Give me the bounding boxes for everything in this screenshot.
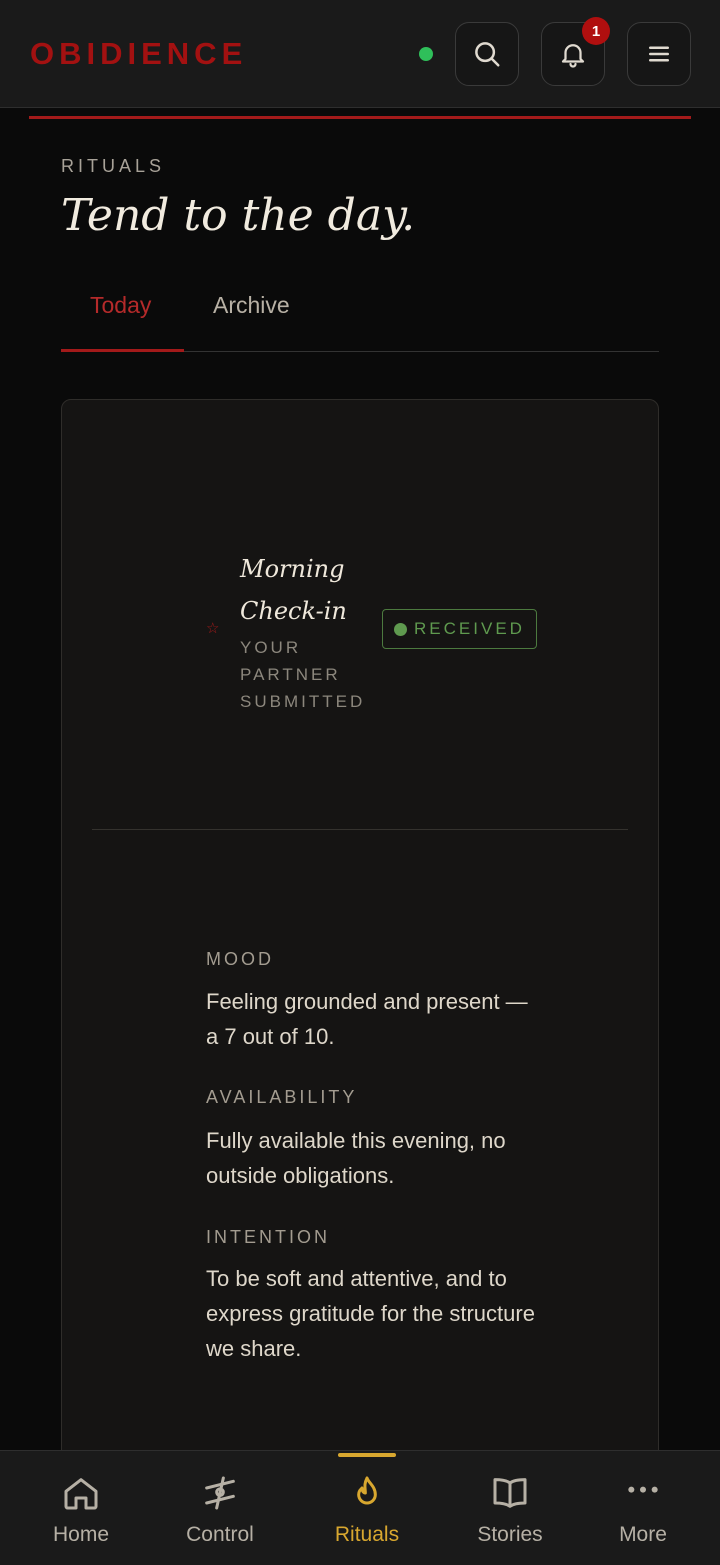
checkin-subtitle: YOUR PARTNER SUBMITTED xyxy=(240,638,366,711)
nav-rituals[interactable]: Rituals xyxy=(302,1451,432,1565)
app-header: OBIDIENCE 1 xyxy=(0,0,720,108)
availability-value: Fully available this evening, no outside… xyxy=(206,1128,506,1188)
card-divider xyxy=(92,829,628,830)
header-accent-line xyxy=(29,116,691,119)
active-tab-indicator xyxy=(61,349,184,352)
menu-button[interactable] xyxy=(627,22,691,86)
notification-badge: 1 xyxy=(582,17,610,45)
page-title: Tend to the day. xyxy=(61,190,416,241)
availability-label: AVAILABILITY xyxy=(206,1087,358,1107)
book-icon xyxy=(493,1478,527,1508)
search-icon xyxy=(475,42,500,67)
nav-stories-label: Stories xyxy=(477,1523,543,1546)
nav-rituals-label: Rituals xyxy=(334,1523,400,1546)
status-dot-icon xyxy=(394,622,408,636)
nav-home[interactable]: Home xyxy=(16,1451,146,1565)
nav-control-label: Control xyxy=(186,1523,254,1546)
nav-more-label: More xyxy=(619,1523,667,1546)
checkin-title: Morning Check-in xyxy=(240,555,347,625)
brand-logo[interactable]: OBIDIENCE xyxy=(30,36,247,72)
nav-control[interactable]: Control xyxy=(155,1451,285,1565)
nav-more[interactable]: More xyxy=(578,1451,708,1565)
status-badge: RECEIVED xyxy=(382,609,537,649)
tab-archive[interactable]: Archive xyxy=(213,292,290,319)
star-icon: ☆ xyxy=(206,620,220,637)
more-icon xyxy=(628,1486,658,1493)
nav-home-label: Home xyxy=(52,1523,110,1546)
menu-icon xyxy=(649,46,669,62)
active-nav-indicator xyxy=(338,1453,396,1457)
section-eyebrow: RITUALS xyxy=(61,156,166,176)
online-status-indicator xyxy=(419,47,433,61)
home-icon xyxy=(64,1478,98,1510)
rituals-page: OBIDIENCE 1 RITUALS Tend to the day. Tod… xyxy=(0,0,720,1565)
tab-today[interactable]: Today xyxy=(90,292,151,319)
control-icon xyxy=(205,1476,235,1510)
mood-value: Feeling grounded and present — a 7 out o… xyxy=(206,989,528,1049)
bottom-navigation: Home Control Rituals Stories More xyxy=(0,1450,720,1565)
bell-icon xyxy=(561,44,585,68)
intention-value: To be soft and attentive, and to express… xyxy=(206,1266,535,1361)
nav-stories[interactable]: Stories xyxy=(445,1451,575,1565)
flame-icon xyxy=(357,1476,377,1505)
status-badge-label: RECEIVED xyxy=(414,619,525,638)
intention-label: INTENTION xyxy=(206,1227,330,1247)
search-button[interactable] xyxy=(455,22,519,86)
mood-label: MOOD xyxy=(206,949,274,969)
